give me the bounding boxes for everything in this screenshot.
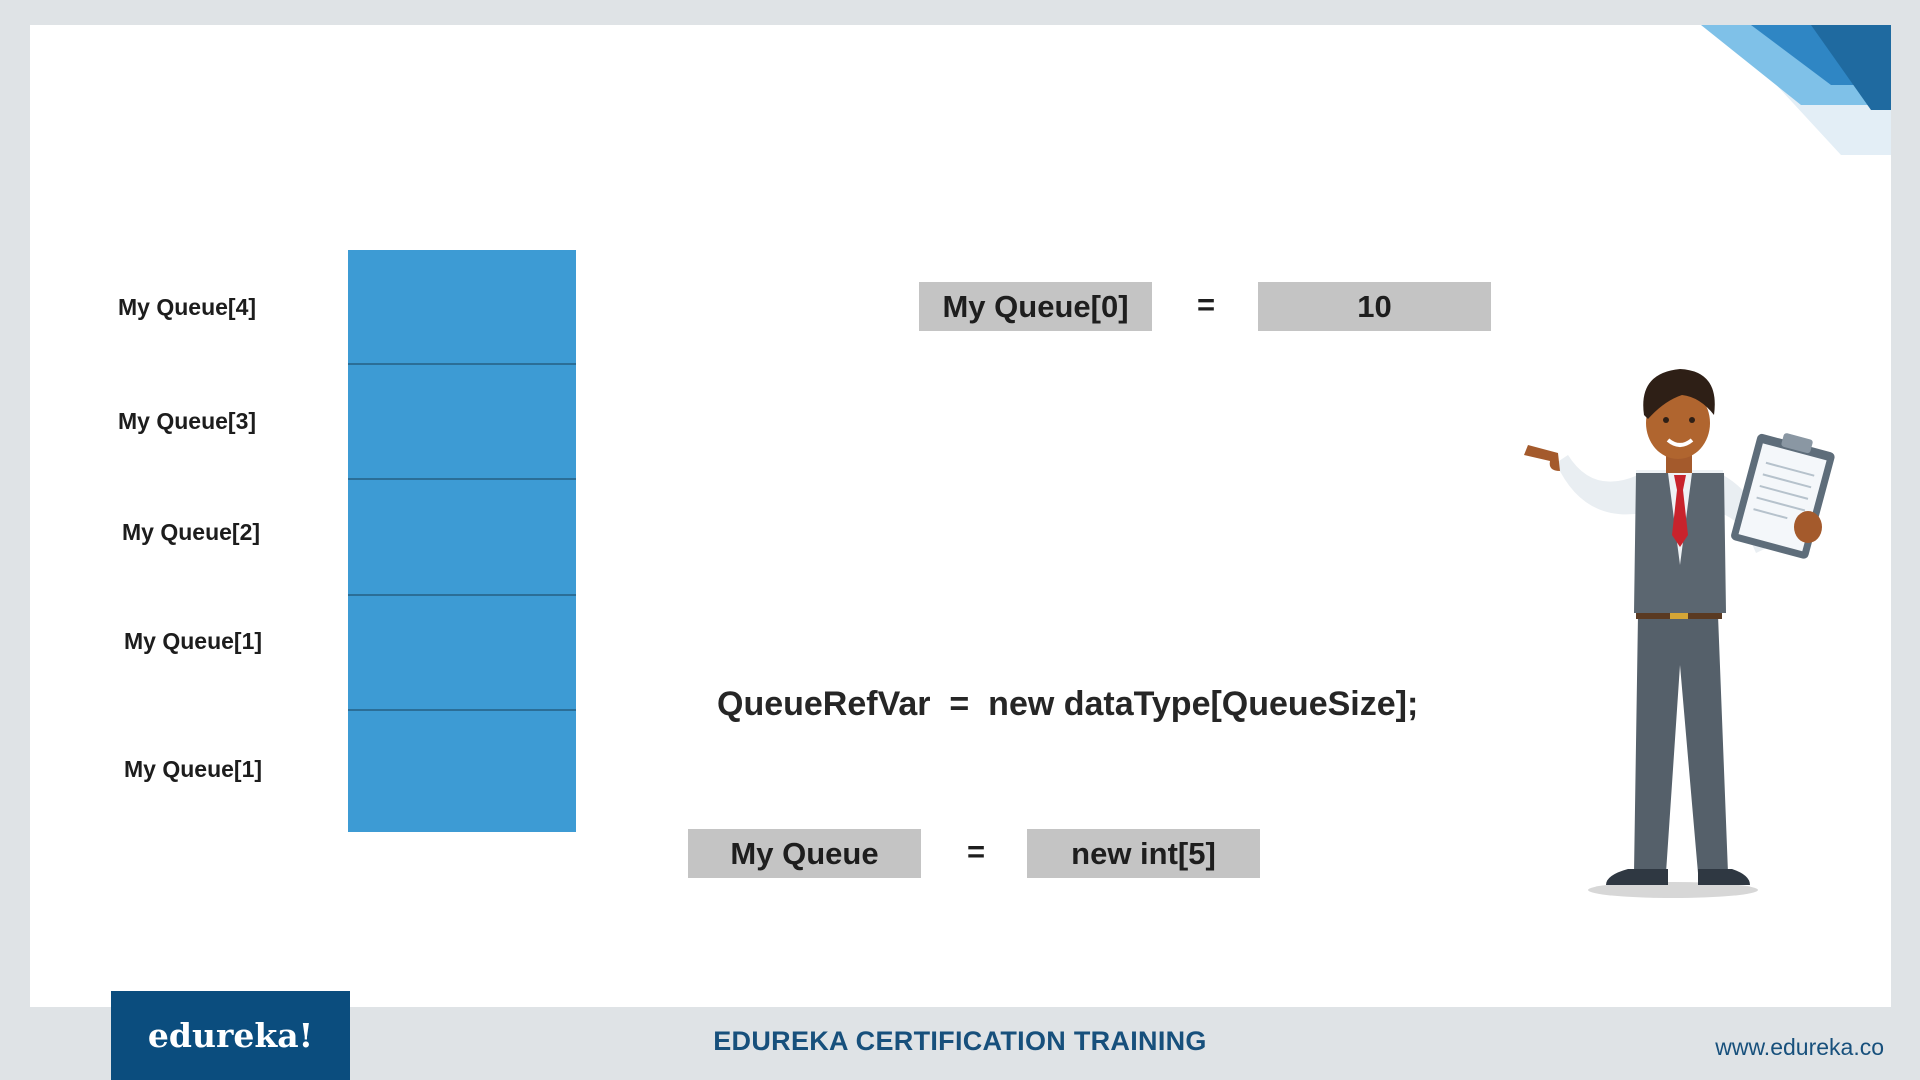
- assignment-left-box: My Queue[0]: [919, 282, 1152, 331]
- footer-url: www.edureka.co: [1715, 1034, 1884, 1060]
- declaration-equals: =: [967, 834, 986, 869]
- queue-label-4: My Queue[4]: [118, 294, 257, 320]
- assignment-right-box: 10: [1258, 282, 1491, 331]
- declaration-right-box: new int[5]: [1027, 829, 1260, 878]
- queue-cell-1: [348, 596, 576, 711]
- queue-cell-0: [348, 711, 576, 832]
- presenter-illustration: [1524, 369, 1835, 898]
- queue-label-3: My Queue[3]: [118, 408, 257, 434]
- declaration-left-box: My Queue: [688, 829, 921, 878]
- syntax-line: QueueRefVar = new dataType[QueueSize];: [717, 685, 1419, 723]
- queue-label-1: My Queue[1]: [124, 628, 263, 654]
- queue-cell-2: [348, 480, 576, 596]
- queue-label-0: My Queue[1]: [124, 756, 263, 782]
- slide-stage: My Queue[4] My Queue[3] My Queue[2] My Q…: [0, 0, 1920, 1080]
- queue-label-2: My Queue[2]: [122, 519, 261, 545]
- queue-cell-3: [348, 365, 576, 480]
- footer-title: EDUREKA CERTIFICATION TRAINING: [713, 1026, 1207, 1056]
- queue-cell-4: [348, 250, 576, 365]
- assignment-equals: =: [1197, 287, 1216, 322]
- corner-decoration: [1701, 25, 1891, 155]
